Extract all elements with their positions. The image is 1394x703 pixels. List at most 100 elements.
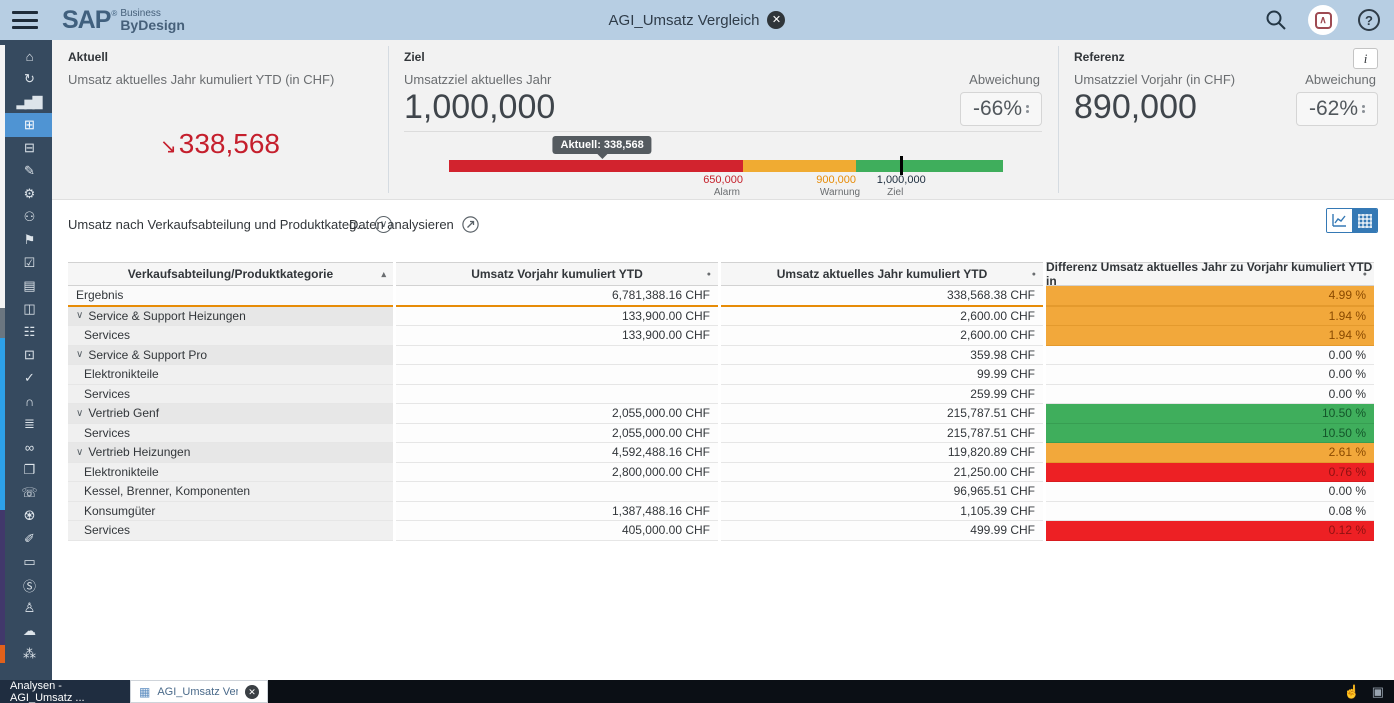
sidebar-item-id-card-icon[interactable]: ▤ [5,278,52,294]
tab-grid-icon: ▦ [139,685,150,699]
diff-cell: 0.00 % [1046,482,1374,502]
warnung-zone [743,160,856,172]
sidebar-item-partners-icon[interactable]: ⁂ [5,646,52,662]
sidebar-item-signature-icon[interactable]: ✎ [5,163,52,179]
view-selector-dropdown[interactable]: Umsatz nach Verkaufsabteilung und Produk… [68,216,392,233]
diff-cell: 1.94 % [1046,326,1374,346]
abweichung-value-box[interactable]: -66% [960,92,1042,126]
sidebar-item-cloud-icon[interactable]: ☁ [5,623,52,639]
column-header-2[interactable]: Umsatz aktuelles Jahr kumuliert YTD● [721,262,1043,286]
row-label-cell[interactable]: ∨Service & Support Pro [68,346,393,366]
search-icon[interactable] [1264,8,1288,32]
sidebar-item-clipboard-check-icon[interactable]: ✓ [5,370,52,386]
info-button[interactable]: i [1353,48,1378,69]
avatar-monogram: ∧ [1315,12,1332,29]
table-row: Konsumgüter1,387,488.16 CHF1,105.39 CHF0… [68,502,1374,522]
sidebar-item-launchpad-icon[interactable]: ⊞ [5,117,52,133]
sidebar-item-settings-gears-icon[interactable]: ⚙ [5,186,52,202]
vorjahr-cell: 2,800,000.00 CHF [396,463,718,483]
threshold-value-warnung: 900,000 [816,174,856,186]
table-view-toggle-icon[interactable] [1352,209,1377,232]
sidebar-item-approvals-icon[interactable]: ☑ [5,255,52,271]
bullet-chart [449,160,1003,172]
sidebar-item-clipboard-icon[interactable]: ≣ [5,416,52,432]
sidebar-item-bar-chart-icon[interactable]: ▂▅▇ [5,94,52,110]
help-icon[interactable]: ? [1358,9,1380,31]
row-label-cell[interactable]: Ergebnis [68,286,393,307]
row-label-cell[interactable]: Elektronikteile [68,463,393,483]
panel-separator [404,131,1042,132]
sidebar-item-refresh-icon[interactable]: ↻ [5,71,52,87]
sidebar-item-headset-icon[interactable]: ∩ [5,393,52,409]
measure-dot-icon: ● [707,271,711,278]
sidebar-item-documents-icon[interactable]: ◫ [5,301,52,317]
screen-share-icon[interactable]: ▣ [1372,684,1384,700]
sidebar-item-sales-doc-icon[interactable]: Ⓢ [5,577,52,593]
abweichung-value-box[interactable]: -62% [1296,92,1378,126]
row-label-cell[interactable]: ∨Vertrieb Heizungen [68,443,393,463]
collapse-chevron-icon[interactable]: ∨ [76,349,83,360]
touch-mode-icon[interactable]: ☝ [1344,684,1360,700]
row-label-cell[interactable]: Konsumgüter [68,502,393,522]
vorjahr-cell [396,482,718,502]
table-row: Services259.99 CHF0.00 % [68,385,1374,405]
aktuell-cell: 259.99 CHF [721,385,1043,405]
vorjahr-cell [396,385,718,405]
alarm-zone [449,160,743,172]
clipboard-check-icon: ✓ [24,370,33,386]
row-label: Service & Support Heizungen [88,309,245,323]
aktuell-cell: 215,787.51 CHF [721,404,1043,424]
row-label-cell[interactable]: ∨ Service & Support Heizungen [68,307,393,327]
column-header-1[interactable]: Umsatz Vorjahr kumuliert YTD● [396,262,718,286]
sidebar-item-contract-pen-icon[interactable]: ✐ [5,531,52,547]
kpi-ziel-title: Ziel [404,50,425,64]
row-label-cell[interactable]: ∨Vertrieb Genf [68,404,393,424]
table-row: Services405,000.00 CHF499.99 CHF0.12 % [68,521,1374,541]
presentation-icon: ▭ [23,554,33,570]
diff-cell: 0.76 % [1046,463,1374,483]
row-label: Konsumgüter [84,504,155,518]
diff-cell: 4.99 % [1046,286,1374,307]
taskbar-start-item[interactable]: Analysen - AGI_Umsatz ... [0,680,130,703]
sidebar-item-org-chart-icon[interactable]: ⊟ [5,140,52,156]
sidebar-item-company-icon[interactable]: ⊡ [5,347,52,363]
table-row: Ergebnis6,781,388.16 CHF338,568.38 CHF4.… [68,286,1374,307]
sidebar-item-planner-icon[interactable]: ☷ [5,324,52,340]
sidebar-item-person-lock-icon[interactable]: ♙ [5,600,52,616]
hamburger-menu-icon[interactable] [12,11,38,29]
sidebar-item-glasses-icon[interactable]: ∞ [5,439,52,455]
bar-chart-icon: ▂▅▇ [17,94,41,110]
taskbar-active-tab[interactable]: ▦ AGI_Umsatz Ver... ✕ [130,680,268,703]
analyze-data-link[interactable]: Daten analysieren [349,216,479,233]
column-header-3[interactable]: Differenz Umsatz aktuelles Jahr zu Vorja… [1046,262,1374,286]
user-avatar[interactable]: ∧ [1308,5,1338,35]
vorjahr-cell: 6,781,388.16 CHF [396,286,718,307]
column-header-0[interactable]: Verkaufsabteilung/Produktkategorie▴ [68,262,393,286]
collapse-chevron-icon[interactable]: ∨ [76,408,83,419]
sidebar-item-presentation-icon[interactable]: ▭ [5,554,52,570]
row-label-cell[interactable]: Services [68,326,393,346]
row-label-cell[interactable]: Services [68,385,393,405]
recycle-icon: ♼ [24,508,34,524]
sidebar-item-file-stack-icon[interactable]: ❐ [5,462,52,478]
collapse-chevron-icon[interactable]: ∨ [76,310,83,321]
collapse-chevron-icon[interactable]: ∨ [76,447,83,458]
row-label-cell[interactable]: Kessel, Brenner, Komponenten [68,482,393,502]
row-label-cell[interactable]: Services [68,424,393,444]
chart-view-toggle-icon[interactable] [1327,209,1352,232]
sidebar-item-home-icon[interactable]: ⌂ [5,48,52,64]
sidebar-item-marketing-flag-icon[interactable]: ⚑ [5,232,52,248]
close-report-icon[interactable]: ✕ [767,11,785,29]
row-label-cell[interactable]: Services [68,521,393,541]
diff-cell: 0.08 % [1046,502,1374,522]
aktuell-cell: 1,105.39 CHF [721,502,1043,522]
sidebar-item-resource-icon[interactable]: ⚇ [5,209,52,225]
row-label-cell[interactable]: Elektronikteile [68,365,393,385]
aktuell-cell: 119,820.89 CHF [721,443,1043,463]
sidebar-item-recycle-icon[interactable]: ♼ [5,508,52,524]
sidebar-item-phone-icon[interactable]: ☏ [5,485,52,501]
table-row: Elektronikteile99.99 CHF0.00 % [68,365,1374,385]
signature-icon: ✎ [24,163,33,179]
top-bar: SAP ® Business ByDesign AGI_Umsatz Vergl… [0,0,1394,40]
tab-close-icon[interactable]: ✕ [245,685,259,699]
